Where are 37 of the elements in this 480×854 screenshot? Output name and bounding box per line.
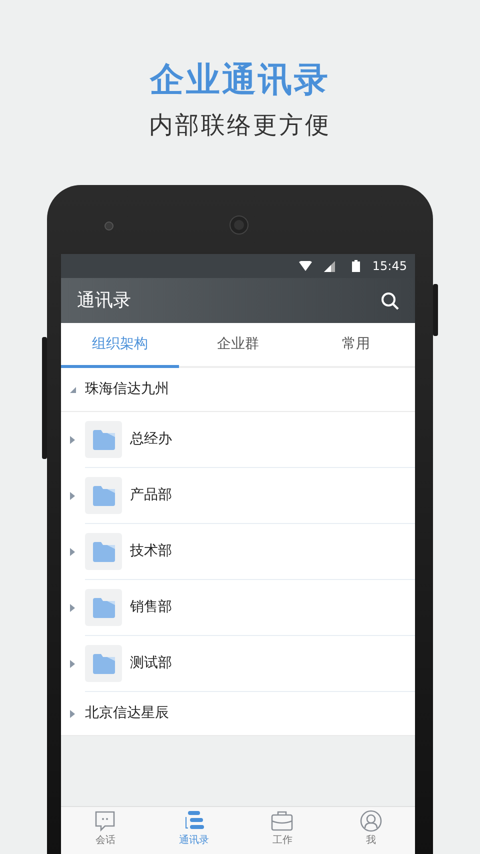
- folder-icon: [85, 477, 122, 514]
- subheadline: 内部联络更方便: [149, 113, 331, 137]
- status-time: 15:45: [372, 258, 407, 275]
- signal-icon: [324, 260, 336, 272]
- tree-row[interactable]: 总经办: [61, 412, 415, 468]
- briefcase-icon: [270, 809, 294, 833]
- tree-row[interactable]: 测试部: [61, 636, 415, 692]
- nav-tab[interactable]: 工作: [238, 807, 326, 854]
- folder-icon: [85, 533, 122, 570]
- camera-icon: [104, 221, 114, 231]
- headline: 企业通讯录: [150, 63, 330, 97]
- tree-row[interactable]: 北京信达星辰: [61, 692, 415, 736]
- tree-row[interactable]: 产品部: [61, 468, 415, 524]
- search-icon[interactable]: [381, 292, 399, 310]
- speaker-icon: [229, 215, 249, 235]
- collapse-arrow-icon[interactable]: [69, 384, 77, 394]
- expand-arrow-icon[interactable]: [69, 659, 77, 669]
- tree-row[interactable]: 珠海信达九州: [61, 368, 415, 412]
- toolbar-title: 通讯录: [77, 289, 131, 313]
- folder-icon: [85, 645, 122, 682]
- nav-tab[interactable]: 会话: [61, 807, 150, 854]
- folder-icon: [85, 589, 122, 626]
- expand-arrow-icon[interactable]: [69, 491, 77, 501]
- battery-icon: [352, 260, 360, 272]
- tab[interactable]: 常用: [297, 323, 415, 368]
- folder-icon: [85, 421, 122, 458]
- tab[interactable]: 企业群: [179, 323, 297, 368]
- chat-bubble-icon: [93, 809, 118, 833]
- expand-arrow-icon[interactable]: [69, 708, 77, 718]
- tree-row[interactable]: 销售部: [61, 580, 415, 636]
- expand-arrow-icon[interactable]: [69, 435, 77, 445]
- expand-arrow-icon[interactable]: [69, 547, 77, 557]
- nav-tab[interactable]: 我: [326, 807, 415, 854]
- wifi-icon: [299, 261, 312, 271]
- tree-row[interactable]: 技术部: [61, 524, 415, 580]
- expand-arrow-icon[interactable]: [69, 603, 77, 613]
- person-icon: [358, 809, 383, 833]
